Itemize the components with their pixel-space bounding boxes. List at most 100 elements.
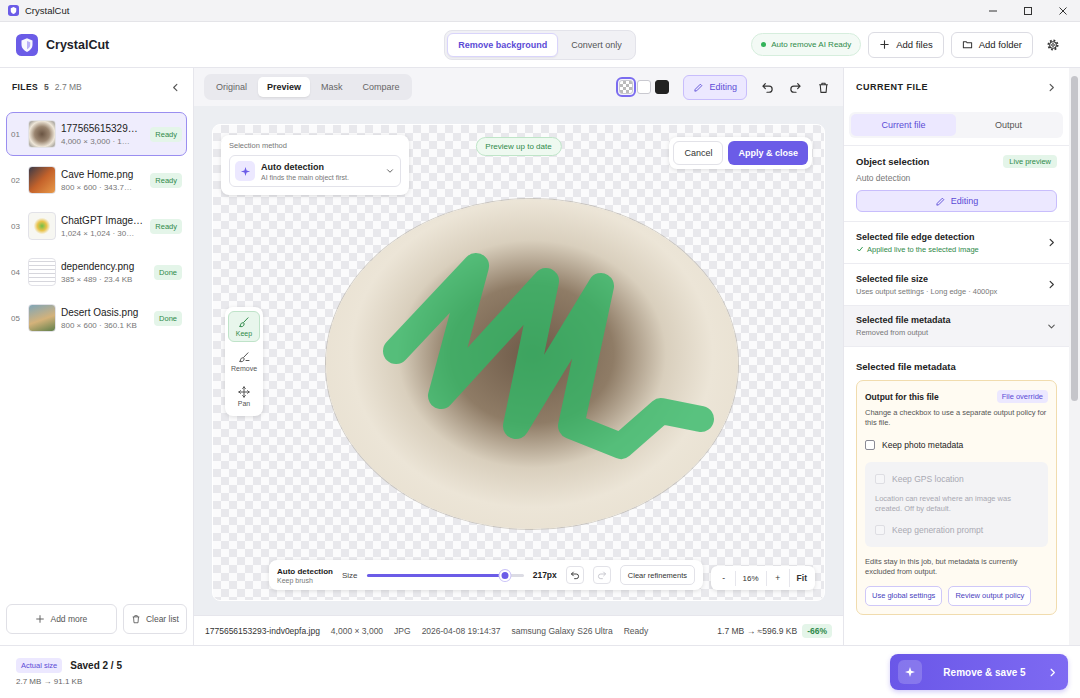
status-item: 4,000 × 3,000 [331, 626, 383, 636]
file-meta: 4,000 × 3,000 · 1… [61, 137, 145, 146]
undo-icon [570, 570, 580, 580]
gear-icon [1046, 38, 1060, 52]
app-header: CrystalCut Remove backgroundConvert only… [0, 22, 1080, 68]
panel-tab[interactable]: Current file [851, 114, 956, 136]
collapse-panel-button[interactable] [1043, 79, 1059, 95]
saved-count: Saved 2 / 5 [70, 660, 122, 671]
background-swatch[interactable] [637, 80, 651, 94]
zoom-out-button[interactable]: - [715, 569, 733, 587]
file-index: 05 [11, 314, 23, 323]
image-canvas[interactable]: Selection method Auto detection AI finds… [212, 124, 825, 601]
clear-list-button[interactable]: Clear list [123, 604, 187, 634]
file-meta: 385 × 489 · 23.4 KB [61, 275, 149, 284]
checkbox[interactable] [865, 440, 875, 450]
redo-stroke-button[interactable] [593, 566, 611, 584]
clear-refinements-button[interactable]: Clear refinements [620, 565, 695, 585]
tool-button[interactable]: Pan [228, 381, 260, 412]
slider-handle[interactable] [499, 570, 510, 581]
scrollbar[interactable] [1069, 68, 1080, 645]
close-button[interactable] [1045, 0, 1080, 21]
trash-icon [131, 614, 141, 624]
scrollbar-thumb[interactable] [1071, 76, 1078, 401]
zoom-in-button[interactable]: + [769, 569, 787, 587]
view-tab[interactable]: Compare [354, 77, 409, 97]
file-index: 01 [11, 130, 23, 139]
file-item[interactable]: 04 dependency.png 385 × 489 · 23.4 KB Do… [6, 250, 187, 294]
file-item[interactable]: 05 Desert Oasis.png 800 × 600 · 360.1 KB… [6, 296, 187, 340]
view-tab[interactable]: Original [207, 77, 256, 97]
add-more-button[interactable]: Add more [6, 604, 117, 634]
checkbox[interactable] [875, 525, 885, 535]
editing-toggle[interactable]: Editing [683, 75, 747, 100]
brush-toolbar: Auto detection Keep brush Size 217px Cle… [269, 560, 703, 590]
tool-button[interactable]: Remove [228, 346, 260, 377]
canvas-area: Selection method Auto detection AI finds… [194, 106, 843, 615]
panel-tab[interactable]: Output [956, 114, 1061, 136]
file-item[interactable]: 02 Cave Home.png 800 × 600 · 343.7… Read… [6, 158, 187, 202]
object-selection-title: Object selection [856, 156, 929, 167]
minimize-icon [988, 6, 998, 16]
files-count: 5 [44, 82, 49, 92]
redo-button[interactable] [787, 79, 803, 95]
use-global-settings-button[interactable]: Use global settings [865, 586, 942, 606]
settings-row[interactable]: Selected file metadata Removed from outp… [844, 305, 1069, 347]
option-checkbox[interactable]: Keep generation prompt [875, 525, 1038, 535]
review-output-policy-button[interactable]: Review output policy [948, 586, 1031, 606]
eraser-brush-icon [238, 351, 250, 363]
view-tab[interactable]: Preview [258, 77, 310, 97]
add-files-button[interactable]: Add files [868, 32, 943, 58]
background-swatch[interactable] [655, 80, 669, 94]
delete-button[interactable] [815, 79, 831, 95]
status-bar: 1775656153293-indv0epfa.jpg4,000 × 3,000… [194, 615, 843, 645]
undo-stroke-button[interactable] [566, 566, 584, 584]
file-item[interactable]: 03 ChatGPT Image… 1,024 × 1,024 · 30… Re… [6, 204, 187, 248]
checkbox[interactable] [875, 474, 885, 484]
chevron-right-icon [1046, 279, 1057, 290]
metadata-override-card: Output for this file File override Chang… [856, 380, 1057, 615]
photo-cutout [326, 199, 738, 529]
maximize-button[interactable] [1010, 0, 1045, 21]
settings-row[interactable]: Selected file size Uses output settings … [844, 263, 1069, 305]
background-swatch[interactable] [619, 80, 633, 94]
selection-method-hint: AI finds the main object first. [261, 174, 379, 181]
metadata-checkbox[interactable]: Keep photo metadata [865, 440, 1048, 450]
editing-button[interactable]: Editing [856, 190, 1057, 212]
settings-button[interactable] [1040, 32, 1066, 58]
redo-icon [597, 570, 607, 580]
plus-icon [879, 39, 890, 50]
minimize-button[interactable] [975, 0, 1010, 21]
tool-palette: Keep Remove Pan [225, 307, 263, 416]
option-checkbox[interactable]: Keep GPS location [875, 474, 1038, 484]
file-thumbnail [28, 304, 56, 332]
pencil-icon [935, 196, 946, 207]
settings-row[interactable]: Selected file edge detection Applied liv… [844, 221, 1069, 263]
mode-tab[interactable]: Remove background [447, 33, 558, 57]
chevron-right-icon [1046, 237, 1057, 248]
file-item[interactable]: 01 177565615329… 4,000 × 3,000 · 1… Read… [6, 112, 187, 156]
brush-size-slider[interactable] [367, 569, 524, 581]
file-thumbnail [28, 120, 56, 148]
view-tab[interactable]: Mask [312, 77, 352, 97]
fit-button[interactable]: Fit [789, 569, 811, 587]
mode-switch: Remove backgroundConvert only [444, 30, 636, 60]
brush-mode: Auto detection [277, 567, 333, 576]
undo-button[interactable] [759, 79, 775, 95]
live-preview-badge: Live preview [1003, 155, 1057, 168]
apply-close-button[interactable]: Apply & close [728, 141, 808, 165]
files-title: FILES [12, 82, 38, 92]
add-folder-button[interactable]: Add folder [951, 32, 1033, 58]
mode-tab[interactable]: Convert only [560, 33, 633, 57]
row-title: Selected file metadata [856, 315, 1040, 325]
tool-button[interactable]: Keep [228, 311, 260, 342]
file-status-badge: Ready [150, 127, 182, 142]
app-logo-icon [16, 34, 38, 56]
cancel-button[interactable]: Cancel [673, 141, 723, 165]
file-status-badge: Done [154, 311, 182, 326]
selection-method-dropdown[interactable]: Auto detection AI finds the main object … [229, 155, 401, 187]
chevron-left-icon [170, 82, 181, 93]
size-change: 1.7 MB → ≈596.9 KB [717, 626, 797, 636]
remove-save-button[interactable]: Remove & save 5 [890, 654, 1068, 690]
move-icon [238, 386, 250, 398]
card-description: Change a checkbox to use a separate outp… [865, 408, 1048, 428]
collapse-sidebar-button[interactable] [167, 79, 183, 95]
